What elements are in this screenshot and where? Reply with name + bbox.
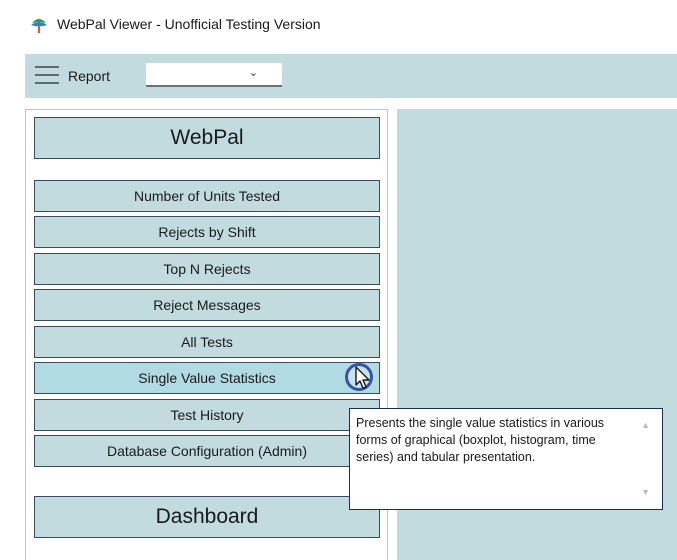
sidebar-item-number-of-units-tested[interactable]: Number of Units Tested (34, 180, 380, 212)
toolbar: Report ⌄ (25, 54, 677, 98)
tooltip-text: Presents the single value statistics in … (356, 416, 605, 464)
sidebar-item-reject-messages[interactable]: Reject Messages (34, 289, 380, 321)
sidebar-item-top-n-rejects[interactable]: Top N Rejects (34, 253, 380, 285)
sidebar-item-test-history[interactable]: Test History (34, 399, 380, 431)
sidebar-item-all-tests[interactable]: All Tests (34, 326, 380, 358)
hamburger-menu-icon[interactable] (35, 64, 59, 86)
title-bar: WebPal Viewer - Unofficial Testing Versi… (0, 0, 677, 50)
sidebar-item-database-configuration[interactable]: Database Configuration (Admin) (34, 435, 380, 467)
sidebar: WebPal Number of Units Tested Rejects by… (25, 109, 388, 560)
tooltip: Presents the single value statistics in … (349, 408, 663, 510)
window-title: WebPal Viewer - Unofficial Testing Versi… (57, 16, 321, 32)
scroll-up-icon[interactable]: ▲ (641, 417, 650, 434)
report-dropdown[interactable]: ⌄ (146, 63, 282, 87)
chevron-down-icon: ⌄ (248, 67, 258, 79)
sidebar-item-rejects-by-shift[interactable]: Rejects by Shift (34, 216, 380, 248)
dashboard-button[interactable]: Dashboard (34, 496, 380, 538)
scroll-down-icon[interactable]: ▼ (641, 484, 650, 501)
app-logo-icon (31, 19, 47, 33)
report-label: Report (68, 68, 111, 84)
mouse-pointer-icon (355, 366, 370, 389)
webpal-header-button[interactable]: WebPal (34, 117, 380, 159)
sidebar-item-single-value-statistics[interactable]: Single Value Statistics (34, 362, 380, 394)
